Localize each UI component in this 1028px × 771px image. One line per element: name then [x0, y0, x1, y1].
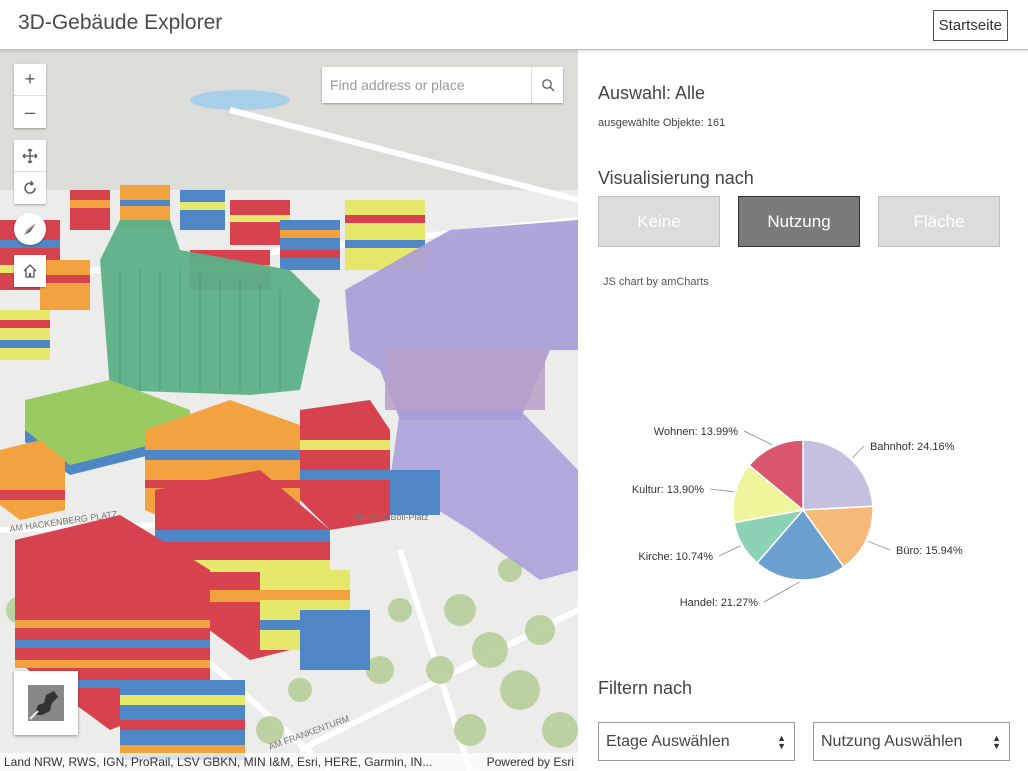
compass-button[interactable]	[14, 213, 46, 245]
vis-button-usage[interactable]: Nutzung	[738, 196, 860, 247]
pie-label-line	[867, 540, 891, 551]
map-attribution: Land NRW, RWS, IGN, ProRail, LSV GBKN, M…	[0, 753, 578, 771]
selection-title: Auswahl: Alle	[598, 83, 706, 103]
attribution-text: Land NRW, RWS, IGN, ProRail, LSV GBKN, M…	[4, 755, 433, 769]
pie-label-line	[743, 430, 773, 446]
pie-label-kirche: Kirche: 10.74%	[638, 551, 713, 563]
vis-button-none[interactable]: Keine	[598, 196, 720, 247]
pie-slice-bahnhof[interactable]	[802, 439, 874, 511]
pie-label-line	[718, 545, 741, 557]
powered-by-text[interactable]: Powered by Esri	[487, 755, 574, 769]
home-icon	[23, 264, 37, 278]
usage-pie-chart[interactable]: Bahnhof: 24.16% Büro: 15.94% Handel: 21.27…	[578, 350, 1028, 680]
search-icon	[541, 79, 555, 92]
app-header: 3D-Gebäude Explorer Startseite	[0, 0, 1028, 50]
pie-label-line	[763, 581, 800, 603]
pie-label-wohnen: Wohnen: 13.99%	[654, 426, 738, 438]
zoom-controls: + –	[14, 64, 46, 128]
pie-label-handel: Handel: 21.27%	[680, 597, 758, 609]
basemap-icon	[28, 685, 64, 721]
zoom-out-icon: –	[24, 101, 35, 122]
navigation-controls	[14, 140, 46, 204]
rotate-button[interactable]	[14, 172, 46, 204]
floor-filter-select[interactable]: Etage Auswählen ▲ ▼	[598, 722, 795, 761]
pan-button[interactable]	[14, 140, 46, 172]
3d-city-scene[interactable]: AM HACKENBERG PLATZ AM FRANKENTURM Heinr…	[0, 50, 578, 771]
pie-label-line	[852, 445, 865, 459]
basemap-toggle[interactable]	[14, 671, 78, 735]
filter-title: Filtern nach	[598, 678, 693, 698]
compass-icon	[24, 223, 36, 235]
app-title: 3D-Gebäude Explorer	[18, 11, 223, 34]
zoom-out-button[interactable]: –	[14, 96, 46, 128]
search-widget	[322, 67, 563, 103]
visualization-title: Visualisierung nach	[598, 168, 754, 188]
select-arrows-icon: ▲ ▼	[992, 733, 1001, 751]
home-view-button[interactable]	[14, 255, 46, 287]
side-panel: Auswahl: Alle ausgewählte Objekte: 161 V…	[578, 50, 1028, 771]
zoom-in-icon: +	[24, 69, 36, 89]
pie-label-büro: Büro: 15.94%	[896, 545, 963, 557]
usage-filter-select[interactable]: Nutzung Auswählen ▲ ▼	[813, 722, 1010, 761]
zoom-in-button[interactable]: +	[14, 64, 46, 96]
home-button[interactable]: Startseite	[932, 10, 1008, 41]
street-label: Heinrich Böll-Platz	[355, 512, 429, 522]
pie-label-kultur: Kultur: 13.90%	[632, 484, 704, 496]
map-view[interactable]: AM HACKENBERG PLATZ AM FRANKENTURM Heinr…	[0, 50, 578, 771]
pie-label-bahnhof: Bahnhof: 24.16%	[870, 441, 955, 453]
selection-count: ausgewählte Objekte: 161	[598, 117, 726, 129]
vis-button-area[interactable]: Fläche	[878, 196, 1000, 247]
chart-credit[interactable]: JS chart by amCharts	[603, 276, 709, 288]
rotate-icon	[24, 180, 36, 194]
pie-label-line	[709, 488, 734, 493]
pan-icon	[22, 148, 38, 163]
search-input[interactable]	[322, 67, 531, 103]
search-button[interactable]	[531, 67, 563, 103]
floor-filter-value: Etage Auswählen	[606, 732, 730, 750]
select-arrows-icon: ▲ ▼	[777, 733, 786, 751]
usage-filter-value: Nutzung Auswählen	[821, 732, 963, 750]
